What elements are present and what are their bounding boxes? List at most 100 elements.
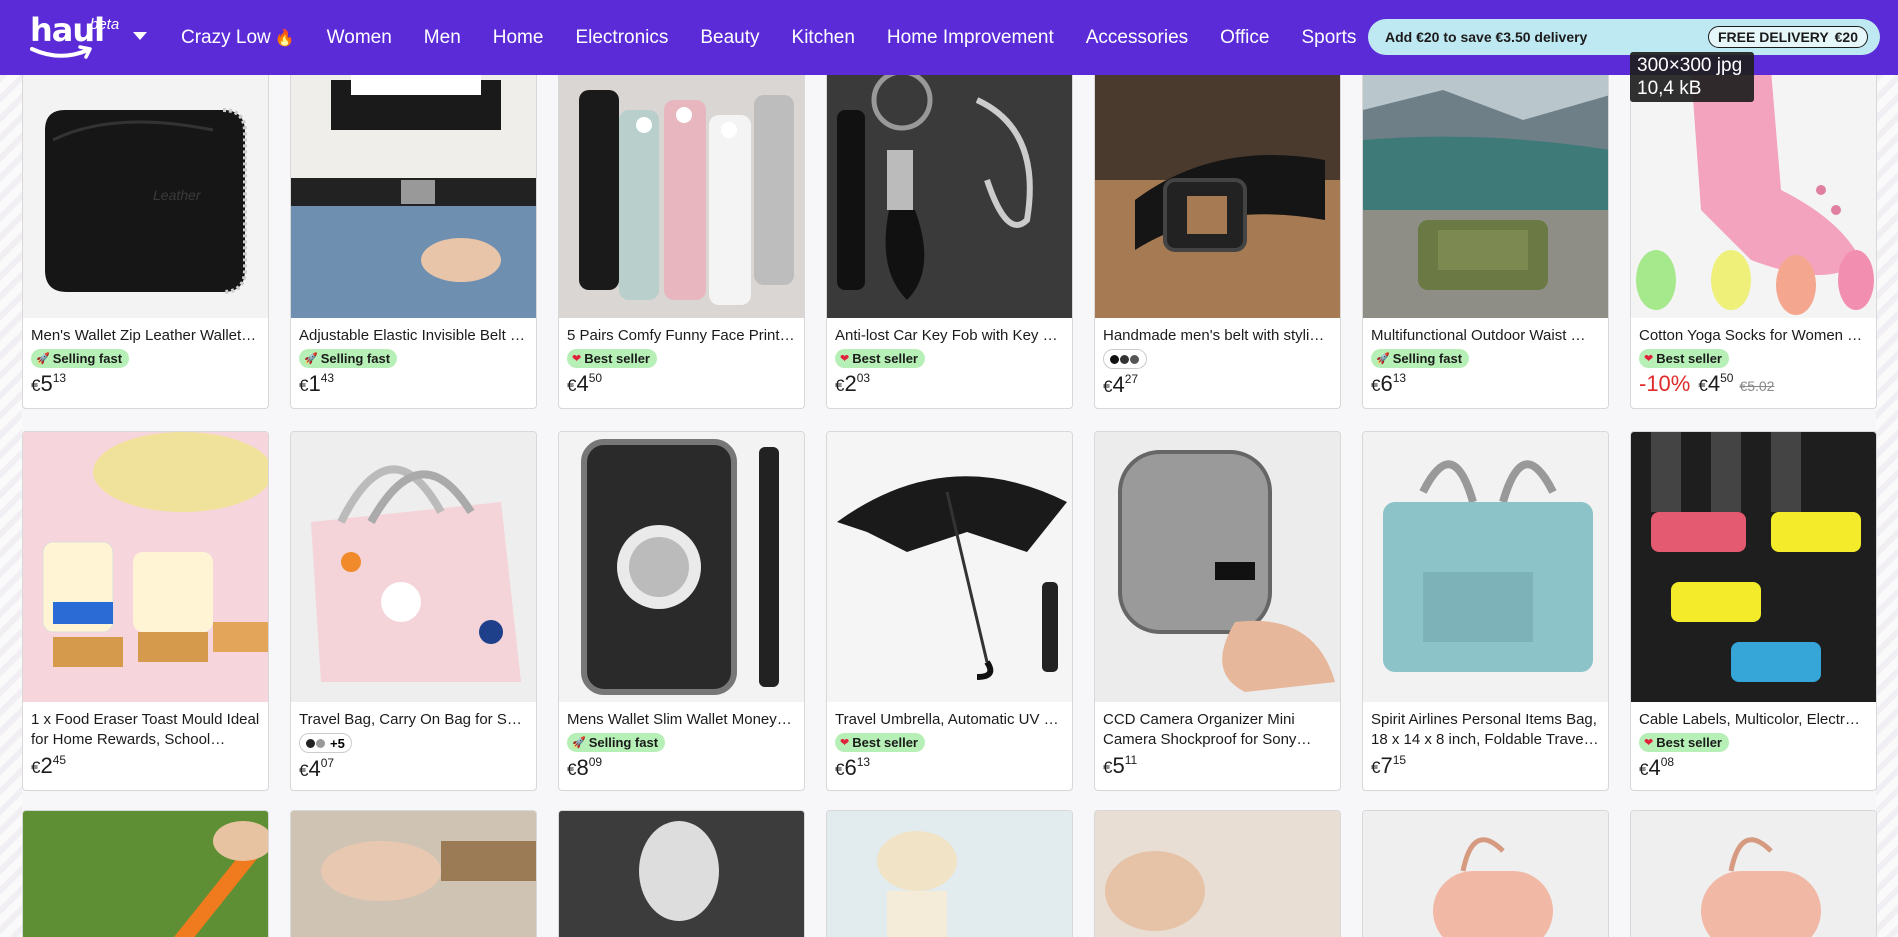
product-image[interactable] bbox=[1363, 811, 1608, 937]
product-card[interactable] bbox=[290, 810, 537, 937]
product-price: €4 50 bbox=[567, 371, 603, 396]
product-card[interactable]: Travel Umbrella, Automatic UV … ❤ Best se… bbox=[826, 431, 1073, 791]
product-price: €6 13 bbox=[835, 755, 871, 780]
old-price: €5.02 bbox=[1739, 378, 1775, 394]
nav-item-sports[interactable]: Sports bbox=[1301, 27, 1356, 49]
nav-item-electronics[interactable]: Electronics bbox=[575, 27, 668, 49]
product-image[interactable]: Leather bbox=[23, 70, 268, 318]
product-card[interactable]: Multifunctional Outdoor Waist … 🚀 Selling… bbox=[1362, 69, 1609, 409]
product-card[interactable]: Cotton Yoga Socks for Women … ❤ Best sell… bbox=[1630, 69, 1877, 409]
product-price: €4 07 bbox=[299, 756, 335, 781]
product-image[interactable] bbox=[1363, 432, 1608, 702]
product-image[interactable] bbox=[23, 432, 268, 702]
best-seller-badge: ❤ Best seller bbox=[1639, 349, 1729, 368]
nav-item-beauty[interactable]: Beauty bbox=[700, 27, 759, 49]
product-card[interactable]: 5 Pairs Comfy Funny Face Print … ❤ Best s… bbox=[558, 69, 805, 409]
nav-item-kitchen[interactable]: Kitchen bbox=[792, 27, 855, 49]
product-title[interactable]: Multifunctional Outdoor Waist … bbox=[1371, 326, 1600, 346]
product-card[interactable]: Anti-lost Car Key Fob with Key … ❤ Best s… bbox=[826, 69, 1073, 409]
product-image[interactable] bbox=[1095, 432, 1340, 702]
product-title[interactable]: Anti-lost Car Key Fob with Key … bbox=[835, 326, 1064, 346]
product-image[interactable] bbox=[559, 70, 804, 318]
product-title[interactable]: CCD Camera Organizer Mini Camera Shockpr… bbox=[1103, 710, 1332, 750]
best-seller-badge: ❤ Best seller bbox=[1639, 733, 1729, 752]
product-title[interactable]: Men's Wallet Zip Leather Wallet… bbox=[31, 326, 260, 346]
product-price: €2 03 bbox=[835, 371, 871, 396]
product-image[interactable] bbox=[291, 432, 536, 702]
image-info-tooltip: 300×300 jpg 10,4 kB bbox=[1630, 52, 1754, 102]
heart-icon: ❤ bbox=[840, 353, 850, 365]
product-image[interactable] bbox=[559, 811, 804, 937]
product-image[interactable] bbox=[559, 432, 804, 702]
product-card[interactable]: Spirit Airlines Personal Items Bag, 18 x… bbox=[1362, 431, 1609, 791]
product-card[interactable] bbox=[22, 810, 269, 937]
product-title[interactable]: Spirit Airlines Personal Items Bag, 18 x… bbox=[1371, 710, 1600, 750]
haul-logo[interactable]: haul beta bbox=[30, 14, 126, 66]
product-title[interactable]: Mens Wallet Slim Wallet Money… bbox=[567, 710, 796, 730]
color-swatches[interactable]: +5 bbox=[299, 733, 352, 753]
product-card[interactable]: 1 x Food Eraser Toast Mould Ideal for Ho… bbox=[22, 431, 269, 791]
product-image[interactable] bbox=[291, 70, 536, 318]
product-title[interactable]: Cotton Yoga Socks for Women … bbox=[1639, 326, 1868, 346]
product-title[interactable]: Cable Labels, Multicolor, Electr… bbox=[1639, 710, 1868, 730]
top-navigation-bar: haul beta Crazy Low 🔥 Women Men Home Elec… bbox=[0, 0, 1898, 75]
nav-item-office[interactable]: Office bbox=[1220, 27, 1269, 49]
delivery-progress-banner[interactable]: Add €20 to save €3.50 delivery FREE DELI… bbox=[1368, 19, 1880, 55]
color-swatches[interactable] bbox=[1103, 349, 1147, 369]
rocket-icon: 🚀 bbox=[36, 353, 50, 365]
logo-beta-label: beta bbox=[90, 16, 120, 33]
product-price: €7 15 bbox=[1371, 753, 1407, 778]
product-image[interactable] bbox=[827, 811, 1072, 937]
product-card[interactable] bbox=[1630, 810, 1877, 937]
page-background-right bbox=[1876, 75, 1898, 937]
product-image[interactable] bbox=[1095, 811, 1340, 937]
product-card[interactable]: Mens Wallet Slim Wallet Money… 🚀 Selling … bbox=[558, 431, 805, 791]
product-title[interactable]: Travel Umbrella, Automatic UV … bbox=[835, 710, 1064, 730]
product-card[interactable]: CCD Camera Organizer Mini Camera Shockpr… bbox=[1094, 431, 1341, 791]
product-card[interactable]: Adjustable Elastic Invisible Belt … 🚀 Sel… bbox=[290, 69, 537, 409]
nav-item-women[interactable]: Women bbox=[327, 27, 392, 49]
product-image[interactable] bbox=[827, 432, 1072, 702]
product-card[interactable] bbox=[558, 810, 805, 937]
product-title[interactable]: Travel Bag, Carry On Bag for Sp… bbox=[299, 710, 528, 730]
product-image[interactable] bbox=[1631, 70, 1876, 318]
nav-item-accessories[interactable]: Accessories bbox=[1086, 27, 1188, 49]
rocket-icon: 🚀 bbox=[572, 737, 586, 749]
nav-item-crazy-low[interactable]: Crazy Low 🔥 bbox=[181, 27, 295, 49]
discount-label: -10% bbox=[1639, 371, 1691, 396]
product-image[interactable] bbox=[1631, 811, 1876, 937]
nav-item-home-improvement[interactable]: Home Improvement bbox=[887, 27, 1054, 49]
chevron-down-icon[interactable] bbox=[133, 32, 147, 40]
selling-fast-badge: 🚀 Selling fast bbox=[31, 349, 130, 368]
free-delivery-pill: FREE DELIVERY €20 bbox=[1708, 26, 1868, 48]
product-card[interactable]: Handmade men's belt with styli… €4 27 bbox=[1094, 69, 1341, 409]
rocket-icon: 🚀 bbox=[304, 353, 318, 365]
nav-label: Crazy Low bbox=[181, 26, 271, 48]
heart-icon: ❤ bbox=[1644, 737, 1654, 749]
product-title[interactable]: 5 Pairs Comfy Funny Face Print … bbox=[567, 326, 796, 346]
product-image[interactable] bbox=[23, 811, 268, 937]
product-card[interactable] bbox=[1362, 810, 1609, 937]
product-card[interactable]: Leather Men's Wallet Zip Leather Wallet…… bbox=[22, 69, 269, 409]
heart-icon: ❤ bbox=[572, 353, 582, 365]
product-title[interactable]: Adjustable Elastic Invisible Belt … bbox=[299, 326, 528, 346]
nav-item-men[interactable]: Men bbox=[424, 27, 461, 49]
product-image[interactable] bbox=[1631, 432, 1876, 702]
product-title[interactable]: 1 x Food Eraser Toast Mould Ideal for Ho… bbox=[31, 710, 260, 750]
product-image[interactable] bbox=[291, 811, 536, 937]
product-card[interactable]: Cable Labels, Multicolor, Electr… ❤ Best … bbox=[1630, 431, 1877, 791]
product-price: €6 13 bbox=[1371, 371, 1407, 396]
heart-icon: ❤ bbox=[1644, 353, 1654, 365]
product-card[interactable] bbox=[1094, 810, 1341, 937]
product-image[interactable] bbox=[1363, 70, 1608, 318]
product-card[interactable] bbox=[826, 810, 1073, 937]
more-colors-count: +5 bbox=[330, 735, 345, 751]
product-title[interactable]: Handmade men's belt with styli… bbox=[1103, 326, 1332, 346]
best-seller-badge: ❤ Best seller bbox=[567, 349, 657, 368]
product-price: €4 27 bbox=[1103, 372, 1139, 397]
product-card[interactable]: Travel Bag, Carry On Bag for Sp… +5 €4 07 bbox=[290, 431, 537, 791]
product-image[interactable] bbox=[827, 70, 1072, 318]
delivery-message: Add €20 to save €3.50 delivery bbox=[1385, 29, 1588, 45]
nav-item-home[interactable]: Home bbox=[493, 27, 544, 49]
product-image[interactable] bbox=[1095, 70, 1340, 318]
